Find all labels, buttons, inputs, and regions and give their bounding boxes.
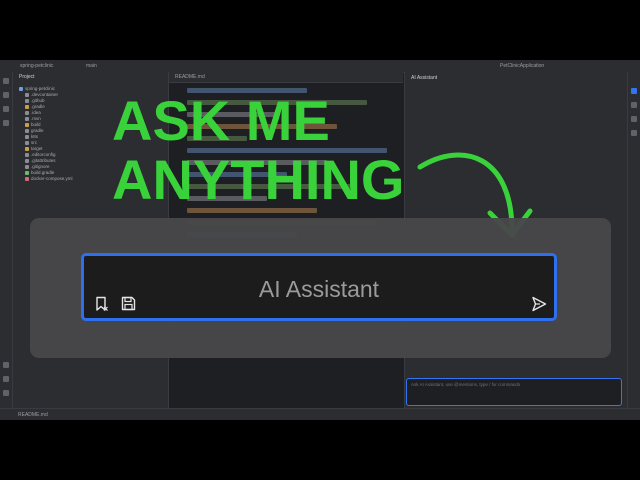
tree-item-label: src	[31, 140, 37, 145]
status-bar: README.md	[0, 408, 640, 420]
file-icon	[25, 92, 29, 97]
file-icon	[25, 152, 29, 157]
file-icon	[19, 86, 23, 91]
notifications-icon[interactable]	[631, 102, 637, 108]
tree-item-label: build	[31, 122, 41, 127]
folder-icon[interactable]	[3, 78, 9, 84]
file-icon	[25, 146, 29, 151]
database-icon[interactable]	[631, 130, 637, 136]
file-icon	[25, 170, 29, 175]
file-icon	[25, 176, 29, 181]
gradle-icon[interactable]	[631, 116, 637, 122]
save-icon[interactable]	[121, 296, 136, 311]
ai-assistant-input[interactable]: AI Assistant	[81, 253, 557, 321]
bookmark-icon[interactable]	[95, 296, 109, 312]
run-config-selector[interactable]: PetClinicApplication	[500, 62, 544, 70]
file-icon	[25, 116, 29, 121]
file-icon	[25, 122, 29, 127]
file-icon	[25, 104, 29, 109]
tree-item-label: gradle	[31, 128, 44, 133]
terminal-icon[interactable]	[3, 362, 9, 368]
editor-tab-bar: README.md	[169, 72, 403, 83]
file-icon	[25, 98, 29, 103]
assistant-mini-input[interactable]: Ask AI Assistant, use @mentions, type / …	[406, 378, 622, 406]
ai-assistant-placeholder: AI Assistant	[258, 276, 380, 302]
status-file-path: README.md	[18, 412, 48, 418]
project-tree: spring-petclinic .devcontainer .github .gra…	[19, 86, 73, 182]
tree-item-label: docker-compose.yml	[31, 176, 73, 181]
tree-item-label: .github	[31, 98, 45, 103]
tree-item-label: .idea	[31, 110, 41, 115]
tree-item-label: .gradle	[31, 104, 45, 109]
problems-icon[interactable]	[3, 376, 9, 382]
right-tool-strip	[627, 72, 640, 420]
left-tool-strip	[0, 72, 13, 420]
tree-item-label: spring-petclinic	[25, 86, 56, 91]
tree-item[interactable]: docker-compose.yml	[19, 176, 73, 182]
file-icon	[25, 140, 29, 145]
assistant-panel-title: AI Assistant	[411, 75, 438, 81]
tree-item-label: .mvn	[31, 116, 41, 121]
assistant-tool-icon[interactable]	[631, 88, 637, 94]
project-selector[interactable]: spring-petclinic	[20, 62, 53, 70]
tree-item-label: .devcontainer	[31, 92, 59, 97]
headline-line-1: ASK ME	[112, 89, 330, 152]
git-icon[interactable]	[3, 390, 9, 396]
tree-item-label: .editorconfig	[31, 152, 56, 157]
tree-item-label: .gitattributes	[31, 158, 56, 163]
file-icon	[25, 110, 29, 115]
file-icon	[25, 134, 29, 139]
file-icon	[25, 164, 29, 169]
tree-item-label: .gitignore	[31, 164, 50, 169]
commit-icon[interactable]	[3, 92, 9, 98]
branch-selector[interactable]: main	[86, 62, 97, 70]
file-icon	[25, 128, 29, 133]
tab-readme[interactable]: README.md	[175, 73, 205, 81]
assistant-mini-input-placeholder: Ask AI Assistant, use @mentions, type / …	[411, 382, 521, 387]
headline-line-2: ANYTHING	[112, 148, 405, 211]
tree-item-label: build.gradle	[31, 170, 55, 175]
tree-item-label: target	[31, 146, 43, 151]
more-icon[interactable]	[3, 120, 9, 126]
structure-icon[interactable]	[3, 106, 9, 112]
project-panel-title: Project	[19, 74, 35, 80]
file-icon	[25, 158, 29, 163]
send-icon[interactable]	[531, 296, 547, 312]
tree-item-label: k8s	[31, 134, 39, 139]
